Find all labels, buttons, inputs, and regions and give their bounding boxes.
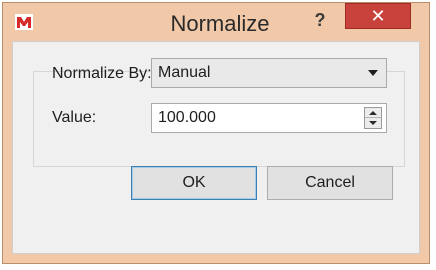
increment-button[interactable] [365, 108, 381, 118]
arrow-up-icon [369, 111, 377, 115]
cancel-button[interactable]: Cancel [267, 166, 393, 200]
normalize-dialog: Normalize ? ✕ Normalize By: Manual Value… [2, 2, 430, 264]
normalize-by-dropdown[interactable]: Manual [151, 58, 387, 88]
help-button[interactable]: ? [306, 9, 334, 33]
value-input[interactable]: 100.000 [158, 109, 216, 127]
chevron-down-icon [368, 70, 378, 76]
normalize-by-label: Normalize By: [52, 65, 152, 82]
arrow-down-icon [369, 121, 377, 125]
value-label: Value: [52, 109, 97, 126]
close-icon: ✕ [370, 6, 386, 26]
value-spinbox[interactable]: 100.000 [151, 103, 387, 133]
close-button[interactable]: ✕ [345, 3, 411, 29]
value-stepper[interactable] [364, 107, 382, 129]
normalize-by-selected-value: Manual [158, 64, 211, 81]
title-bar[interactable]: Normalize ? ✕ [3, 3, 429, 43]
ok-button[interactable]: OK [131, 166, 257, 200]
decrement-button[interactable] [365, 118, 381, 128]
